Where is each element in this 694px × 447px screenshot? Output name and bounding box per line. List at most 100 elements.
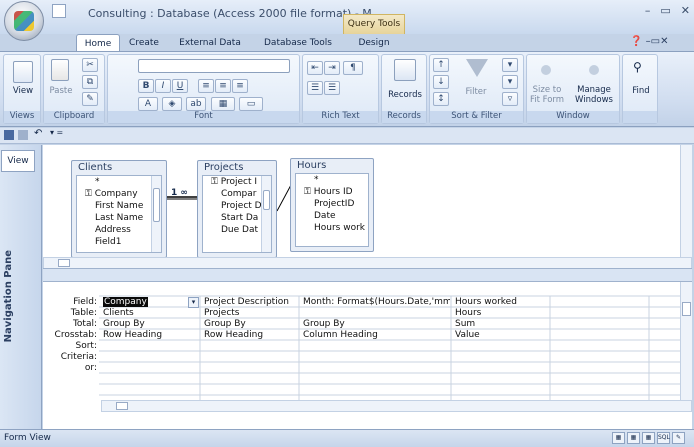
grid-cell-crosstab[interactable]: Row Heading [101, 330, 199, 341]
align-right-icon[interactable]: ≡ [232, 79, 248, 93]
projects-scrollbar[interactable] [261, 176, 271, 252]
paste-button[interactable]: Paste [44, 86, 78, 96]
field-item[interactable]: Date [304, 210, 368, 222]
sort-ascending-icon[interactable]: ↑ [433, 58, 449, 72]
italic-icon[interactable]: I [155, 79, 171, 93]
help-icon[interactable]: ❓ –▭✕ [630, 36, 668, 47]
datasheet-view-icon[interactable]: ▦ [612, 432, 625, 444]
grid-cell-table[interactable] [301, 308, 450, 319]
find-button[interactable]: Find [623, 86, 659, 96]
bullets-icon[interactable]: ☰ [324, 81, 340, 95]
view-tooltip: View [1, 150, 35, 172]
grid-cell-field[interactable]: Month: Format$(Hours.Date,'mmm [301, 297, 450, 308]
paragraph-direction-icon[interactable]: ¶ [343, 61, 363, 75]
align-left-icon[interactable]: ≡ [198, 79, 214, 93]
design-view-icon[interactable]: ✎ [672, 432, 685, 444]
sort-descending-icon[interactable]: ↓ [433, 75, 449, 89]
records-button[interactable]: Records [382, 90, 428, 100]
font-name-select[interactable] [138, 59, 290, 73]
grid-cell-field[interactable]: Project Description [202, 297, 298, 308]
grid-cell-crosstab[interactable]: Value [453, 330, 549, 341]
cut-icon[interactable]: ✂ [82, 58, 98, 72]
bold-icon[interactable]: B [138, 79, 154, 93]
tab-design[interactable]: Design [352, 34, 396, 52]
minimize-icon[interactable]: – [645, 4, 651, 17]
field-dropdown-icon[interactable]: ▾ [188, 297, 199, 308]
field-item[interactable]: Hours work [304, 222, 368, 234]
field-item[interactable]: Address [85, 224, 161, 236]
manage-windows-button[interactable]: Manage Windows [569, 85, 619, 105]
field-item[interactable]: ⚿ Company [85, 188, 161, 200]
tab-create[interactable]: Create [124, 34, 164, 52]
grid-cell-crosstab[interactable]: Row Heading [202, 330, 298, 341]
field-item[interactable]: Last Name [85, 212, 161, 224]
grid-hscrollbar[interactable] [101, 400, 692, 412]
field-item[interactable]: ProjectID [304, 198, 368, 210]
field-item[interactable]: ⚿ Hours ID [304, 186, 368, 198]
grid-cell-total[interactable]: Group By [202, 319, 298, 330]
scroll-thumb[interactable] [58, 259, 70, 267]
field-item[interactable]: * [85, 176, 161, 188]
align-center-icon[interactable]: ≡ [215, 79, 231, 93]
office-button[interactable] [4, 1, 44, 41]
clear-sort-icon[interactable]: ↕ [433, 92, 449, 106]
scroll-thumb[interactable] [263, 190, 270, 210]
border-icon[interactable]: ▭ [239, 97, 263, 111]
group-sort-filter: ↑ ↓ ↕ Filter ▾ ▾ ▿ Sort & Filter [429, 54, 524, 124]
grid-cell-total[interactable]: Sum [453, 319, 549, 330]
navigation-pane-label[interactable]: Navigation Pane [3, 250, 17, 342]
undo-icon[interactable]: ↶ [34, 128, 42, 139]
view-button[interactable]: View [4, 86, 42, 96]
window-title: Consulting : Database (Access 2000 file … [88, 7, 379, 20]
save-qat-icon[interactable] [4, 130, 14, 140]
scroll-thumb[interactable] [153, 188, 160, 222]
tab-external-data[interactable]: External Data [172, 34, 248, 52]
fill-color-icon[interactable]: ◈ [162, 97, 182, 111]
hours-table[interactable]: Hours * ⚿ Hours ID ProjectID Date Hours … [290, 158, 374, 252]
advanced-filter-icon[interactable]: ▾ [502, 75, 518, 89]
design-area-vscrollbar[interactable] [680, 145, 692, 257]
copy-icon[interactable]: ⧉ [82, 75, 98, 89]
pivot-chart-view-icon[interactable]: ▦ [642, 432, 655, 444]
grid-cell-field[interactable]: Hours worked [453, 297, 549, 308]
grid-cell-field[interactable]: Company [101, 297, 187, 308]
grid-vscrollbar[interactable] [680, 282, 692, 400]
clients-table[interactable]: Clients * ⚿ Company First Name Last Name… [71, 160, 167, 258]
grid-cell-table[interactable]: Hours [453, 308, 549, 319]
grid-cell-table[interactable]: Clients [101, 308, 199, 319]
selection-filter-icon[interactable]: ▾ [502, 58, 518, 72]
sql-view-icon[interactable]: SQL [657, 432, 670, 444]
scroll-thumb[interactable] [116, 402, 128, 410]
projects-table[interactable]: Projects ⚿ Project I Compar Project D St… [197, 160, 277, 258]
field-item[interactable]: * [304, 174, 368, 186]
grid-cell-total[interactable]: Group By [301, 319, 450, 330]
grid-cell-total[interactable]: Group By [101, 319, 199, 330]
font-color-icon[interactable]: A [138, 97, 158, 111]
gridlines-icon[interactable]: ▦ [211, 97, 235, 111]
pane-splitter[interactable] [43, 268, 692, 282]
underline-icon[interactable]: U [172, 79, 188, 93]
field-item[interactable]: Field1 [85, 236, 161, 248]
size-to-fit-button[interactable]: Size to Fit Form [527, 85, 567, 105]
format-painter-icon[interactable]: ✎ [82, 92, 98, 106]
close-icon[interactable]: ✕ [681, 4, 690, 17]
qat-dropdown-icon[interactable]: ▾ = [50, 128, 63, 137]
clients-scrollbar[interactable] [151, 176, 161, 252]
field-item[interactable]: First Name [85, 200, 161, 212]
tab-home[interactable]: Home [76, 34, 120, 52]
pivot-table-view-icon[interactable]: ▦ [627, 432, 640, 444]
grid-cell-table[interactable]: Projects [202, 308, 298, 319]
increase-indent-icon[interactable]: ⇥ [324, 61, 340, 75]
projects-table-title: Projects [204, 162, 244, 173]
scroll-thumb[interactable] [682, 302, 691, 316]
numbering-icon[interactable]: ☰ [307, 81, 323, 95]
tab-database-tools[interactable]: Database Tools [256, 34, 340, 52]
filter-button[interactable]: Filter [456, 87, 496, 97]
print-qat-icon[interactable] [18, 130, 28, 140]
alt-row-color-icon[interactable]: ab [186, 97, 206, 111]
save-icon[interactable] [52, 4, 66, 18]
toggle-filter-icon[interactable]: ▿ [502, 92, 518, 106]
maximize-icon[interactable]: ▭ [660, 4, 670, 17]
grid-cell-crosstab[interactable]: Column Heading [301, 330, 450, 341]
decrease-indent-icon[interactable]: ⇤ [307, 61, 323, 75]
